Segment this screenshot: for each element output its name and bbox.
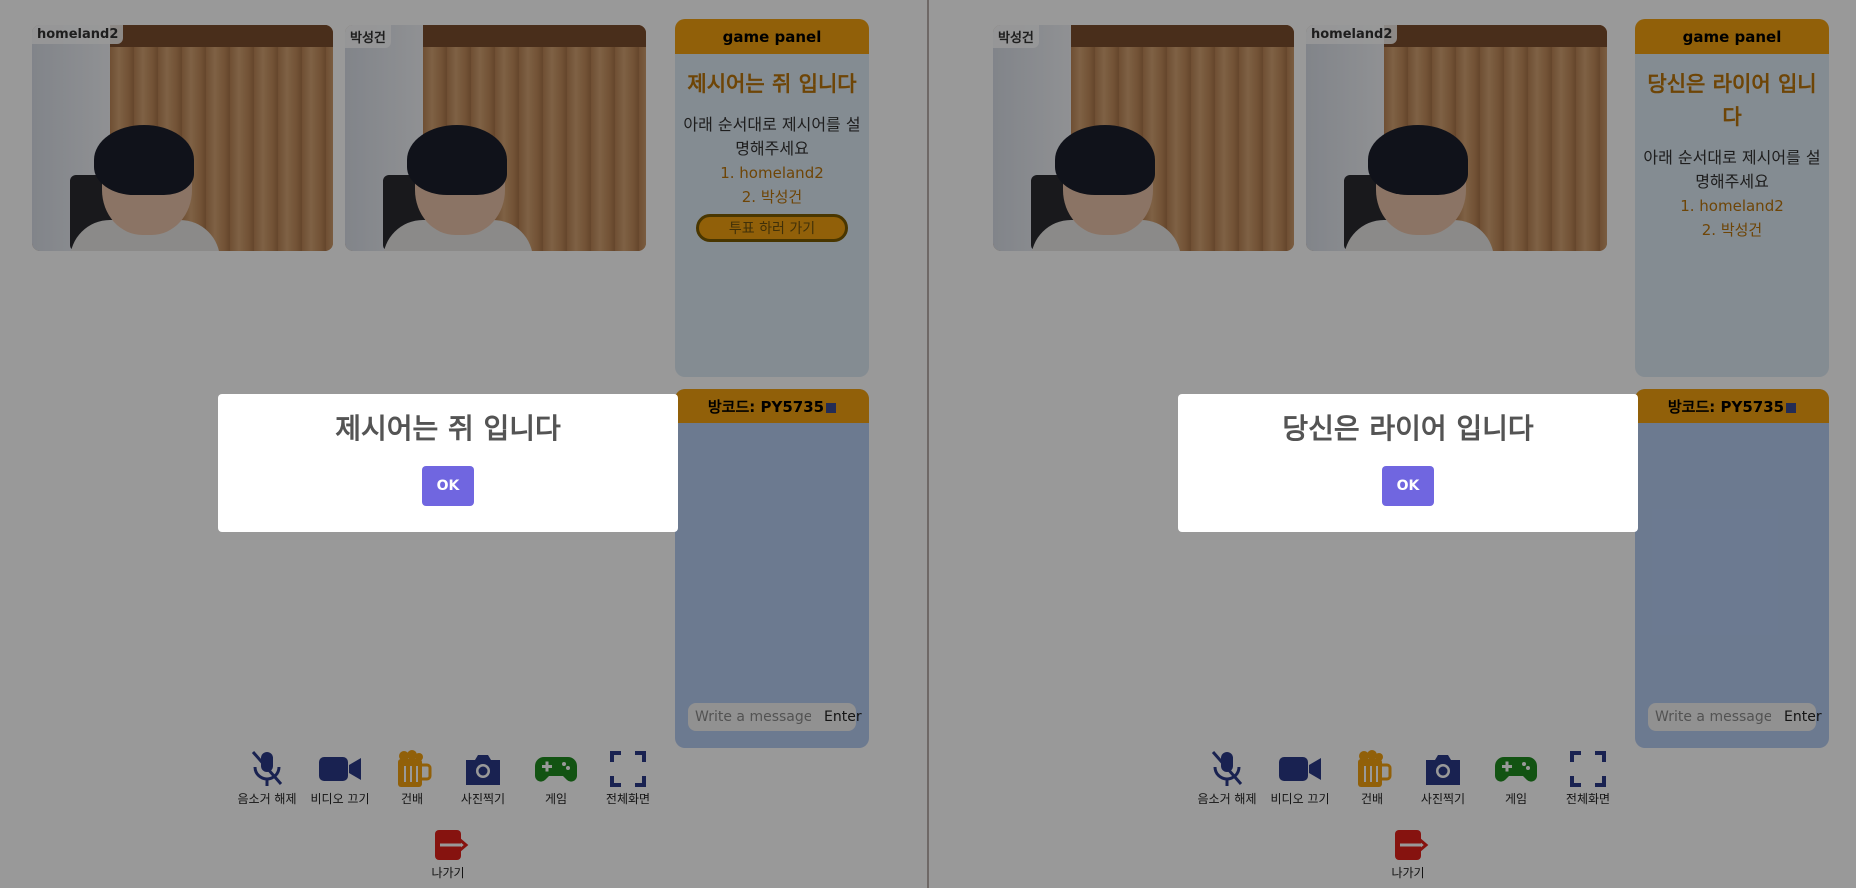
screen-divider <box>927 0 929 888</box>
alert-title: 당신은 라이어 입니다 <box>1282 412 1534 445</box>
alert-title: 제시어는 쥐 입니다 <box>335 412 561 445</box>
alert-dialog: 당신은 라이어 입니다 OK <box>1178 394 1638 532</box>
ok-button[interactable]: OK <box>422 466 474 506</box>
right-screen: 박성건 homeland2 game panel 당신은 라이어 입니다 아래 … <box>929 0 1856 888</box>
ok-button[interactable]: OK <box>1382 466 1434 506</box>
alert-dialog: 제시어는 쥐 입니다 OK <box>218 394 678 532</box>
left-screen: homeland2 박성건 game panel 제시어는 쥐 입니다 아래 순… <box>0 0 927 888</box>
